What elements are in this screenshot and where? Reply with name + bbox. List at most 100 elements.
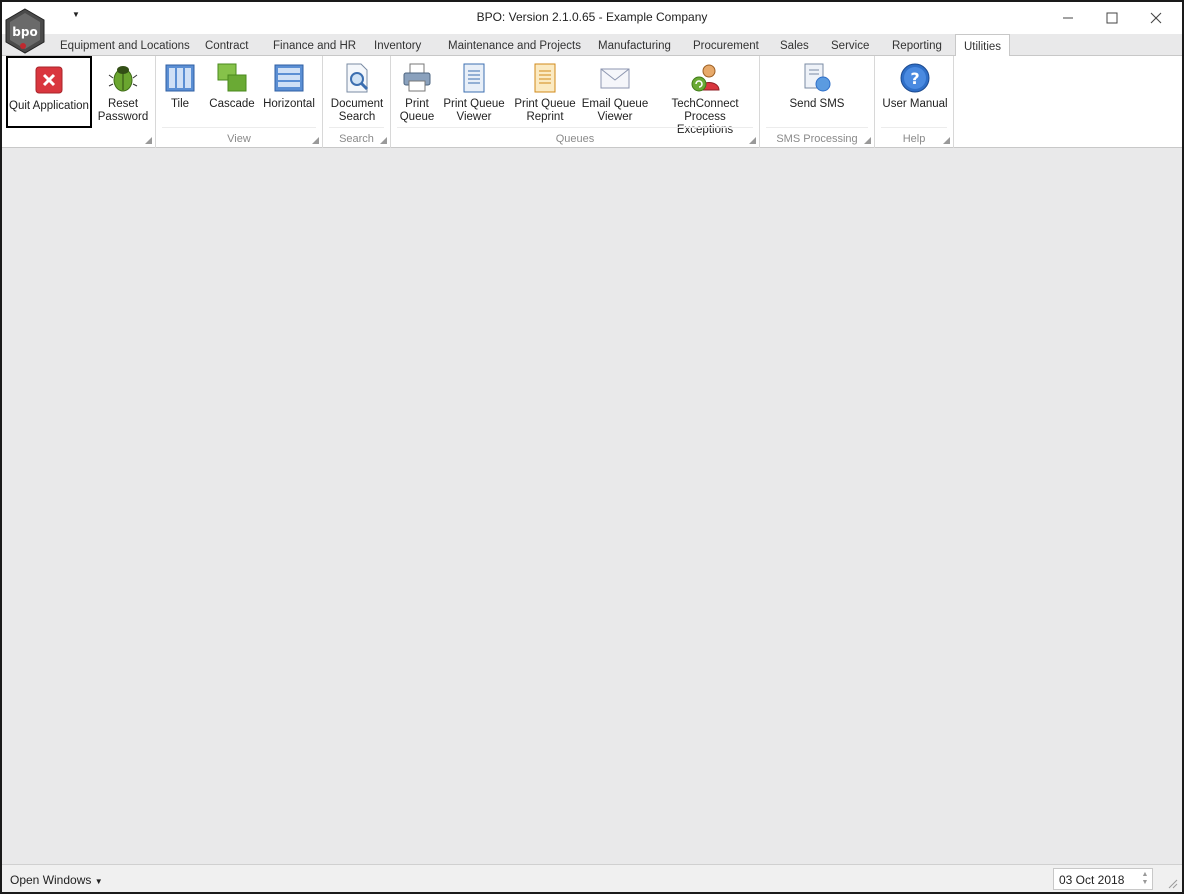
ribbon: Quit Application Reset Password Tile Cas… <box>2 56 1182 148</box>
close-icon <box>1150 12 1162 24</box>
tab-manufacturing[interactable]: Manufacturing <box>596 37 673 56</box>
send-sms-label: Send SMS <box>789 98 845 110</box>
tab-service[interactable]: Service <box>829 37 871 56</box>
group-separator <box>881 127 947 128</box>
mdi-workspace[interactable] <box>2 149 1182 864</box>
tab-maintenance-and-projects[interactable]: Maintenance and Projects <box>446 37 583 56</box>
horizontal-icon <box>274 64 304 92</box>
close-button[interactable] <box>1134 6 1178 30</box>
ribbon-group-sms-processing: Send SMS SMS Processing <box>760 56 875 148</box>
svg-text:?: ? <box>910 69 919 88</box>
group-label-queues: Queues <box>555 133 595 145</box>
print-queue-viewer-label-2: Viewer <box>456 111 492 123</box>
email-queue-viewer-label-2: Viewer <box>597 111 633 123</box>
group-separator <box>329 127 384 128</box>
tab-equipment-and-locations[interactable]: Equipment and Locations <box>58 37 192 56</box>
quit-application-label: Quit Application <box>9 100 89 112</box>
dialog-launcher-icon[interactable] <box>380 137 387 144</box>
document-search-button[interactable]: Document Search <box>327 56 387 128</box>
sms-icon <box>804 63 831 92</box>
email-queue-viewer-label-1: Email Queue <box>581 98 649 110</box>
date-field[interactable]: 03 Oct 2018 ▲ ▼ <box>1053 868 1153 890</box>
status-bar: Open Windows ▼ 03 Oct 2018 ▲ ▼ <box>2 864 1182 892</box>
ribbon-group-queues: Print Queue Print Queue Viewer Print Que… <box>391 56 760 148</box>
group-label-view: View <box>227 133 251 145</box>
tab-procurement[interactable]: Procurement <box>691 37 761 56</box>
help-icon: ? <box>900 63 930 93</box>
dialog-launcher-icon[interactable] <box>145 137 152 144</box>
group-label-help: Help <box>902 133 926 145</box>
document-icon <box>463 63 485 93</box>
dialog-launcher-icon[interactable] <box>864 137 871 144</box>
tab-reporting[interactable]: Reporting <box>890 37 944 56</box>
dialog-launcher-icon[interactable] <box>749 137 756 144</box>
print-queue-label-2: Queue <box>399 111 435 123</box>
bug-icon <box>108 66 138 92</box>
print-queue-reprint-label-1: Print Queue <box>514 98 576 110</box>
quit-application-button[interactable]: Quit Application <box>6 56 92 128</box>
print-queue-viewer-button[interactable]: Print Queue Viewer <box>441 56 507 128</box>
user-refresh-icon <box>691 64 720 92</box>
dialog-launcher-icon[interactable] <box>943 137 950 144</box>
date-spinner[interactable]: ▲ ▼ <box>1141 871 1149 887</box>
logo-text: bpo <box>12 25 37 39</box>
print-queue-viewer-label-1: Print Queue <box>443 98 505 110</box>
reset-password-label-1: Reset <box>107 98 139 110</box>
send-sms-button[interactable]: Send SMS <box>786 56 848 128</box>
minimize-icon <box>1063 17 1073 19</box>
ribbon-group-help: ? User Manual Help <box>875 56 954 148</box>
tab-inventory[interactable]: Inventory <box>372 37 423 56</box>
bpo-logo-icon[interactable]: bpo <box>4 8 46 54</box>
techconnect-process-exceptions-button[interactable]: TechConnect Process Exceptions <box>655 56 755 136</box>
reset-password-label-2: Password <box>97 111 149 123</box>
ribbon-group-search: Document Search Search <box>323 56 391 148</box>
horizontal-button[interactable]: Horizontal <box>262 56 316 128</box>
caret-down-icon: ▼ <box>94 877 103 886</box>
printer-icon <box>403 63 431 92</box>
title-bar: bpo ▼ BPO: Version 2.1.0.65 - Example Co… <box>2 2 1182 54</box>
techconnect-label-1: TechConnect <box>671 98 739 110</box>
print-queue-label-1: Print <box>405 98 429 110</box>
dialog-launcher-icon[interactable] <box>312 137 319 144</box>
document-yellow-icon <box>534 63 556 93</box>
envelope-icon <box>600 68 630 89</box>
tab-utilities[interactable]: Utilities <box>955 34 1011 57</box>
document-search-label-2: Search <box>338 111 376 123</box>
user-manual-button[interactable]: ? User Manual <box>879 56 951 128</box>
group-label-sms-processing: SMS Processing <box>776 133 858 145</box>
print-queue-reprint-button[interactable]: Print Queue Reprint <box>511 56 579 128</box>
tab-contract[interactable]: Contract <box>203 37 250 56</box>
reset-password-button[interactable]: Reset Password <box>94 56 152 128</box>
document-search-label-1: Document <box>330 98 384 110</box>
horizontal-label: Horizontal <box>263 98 315 110</box>
user-manual-label: User Manual <box>882 98 948 110</box>
ribbon-group-view: Tile Cascade Horizontal View <box>156 56 323 148</box>
email-queue-viewer-button[interactable]: Email Queue Viewer <box>581 56 649 128</box>
window-title: BPO: Version 2.1.0.65 - Example Company <box>476 10 708 24</box>
open-windows-label: Open Windows <box>10 873 92 887</box>
maximize-icon <box>1106 12 1118 24</box>
minimize-button[interactable] <box>1046 6 1090 30</box>
group-separator <box>162 127 316 128</box>
tile-button[interactable]: Tile <box>162 56 198 128</box>
print-queue-reprint-label-2: Reprint <box>526 111 564 123</box>
ribbon-tab-row: Equipment and Locations Contract Finance… <box>2 34 1182 57</box>
app-window: bpo ▼ BPO: Version 2.1.0.65 - Example Co… <box>0 0 1184 894</box>
cascade-button[interactable]: Cascade <box>206 56 258 128</box>
cascade-icon <box>217 63 247 92</box>
print-queue-button[interactable]: Print Queue <box>397 56 437 128</box>
cascade-label: Cascade <box>209 98 255 110</box>
group-separator <box>397 127 753 128</box>
maximize-button[interactable] <box>1090 6 1134 30</box>
date-value: 03 Oct 2018 <box>1059 873 1125 887</box>
open-windows-dropdown[interactable]: Open Windows ▼ <box>10 873 103 887</box>
resize-grip-icon[interactable] <box>1166 877 1178 889</box>
tab-finance-and-hr[interactable]: Finance and HR <box>271 37 358 56</box>
group-separator <box>766 127 868 128</box>
tab-sales[interactable]: Sales <box>778 37 811 56</box>
tile-icon <box>165 64 195 92</box>
document-search-icon <box>346 63 369 93</box>
tile-label: Tile <box>170 98 190 110</box>
ribbon-group-application: Quit Application Reset Password <box>2 56 156 148</box>
close-red-icon <box>35 66 63 94</box>
